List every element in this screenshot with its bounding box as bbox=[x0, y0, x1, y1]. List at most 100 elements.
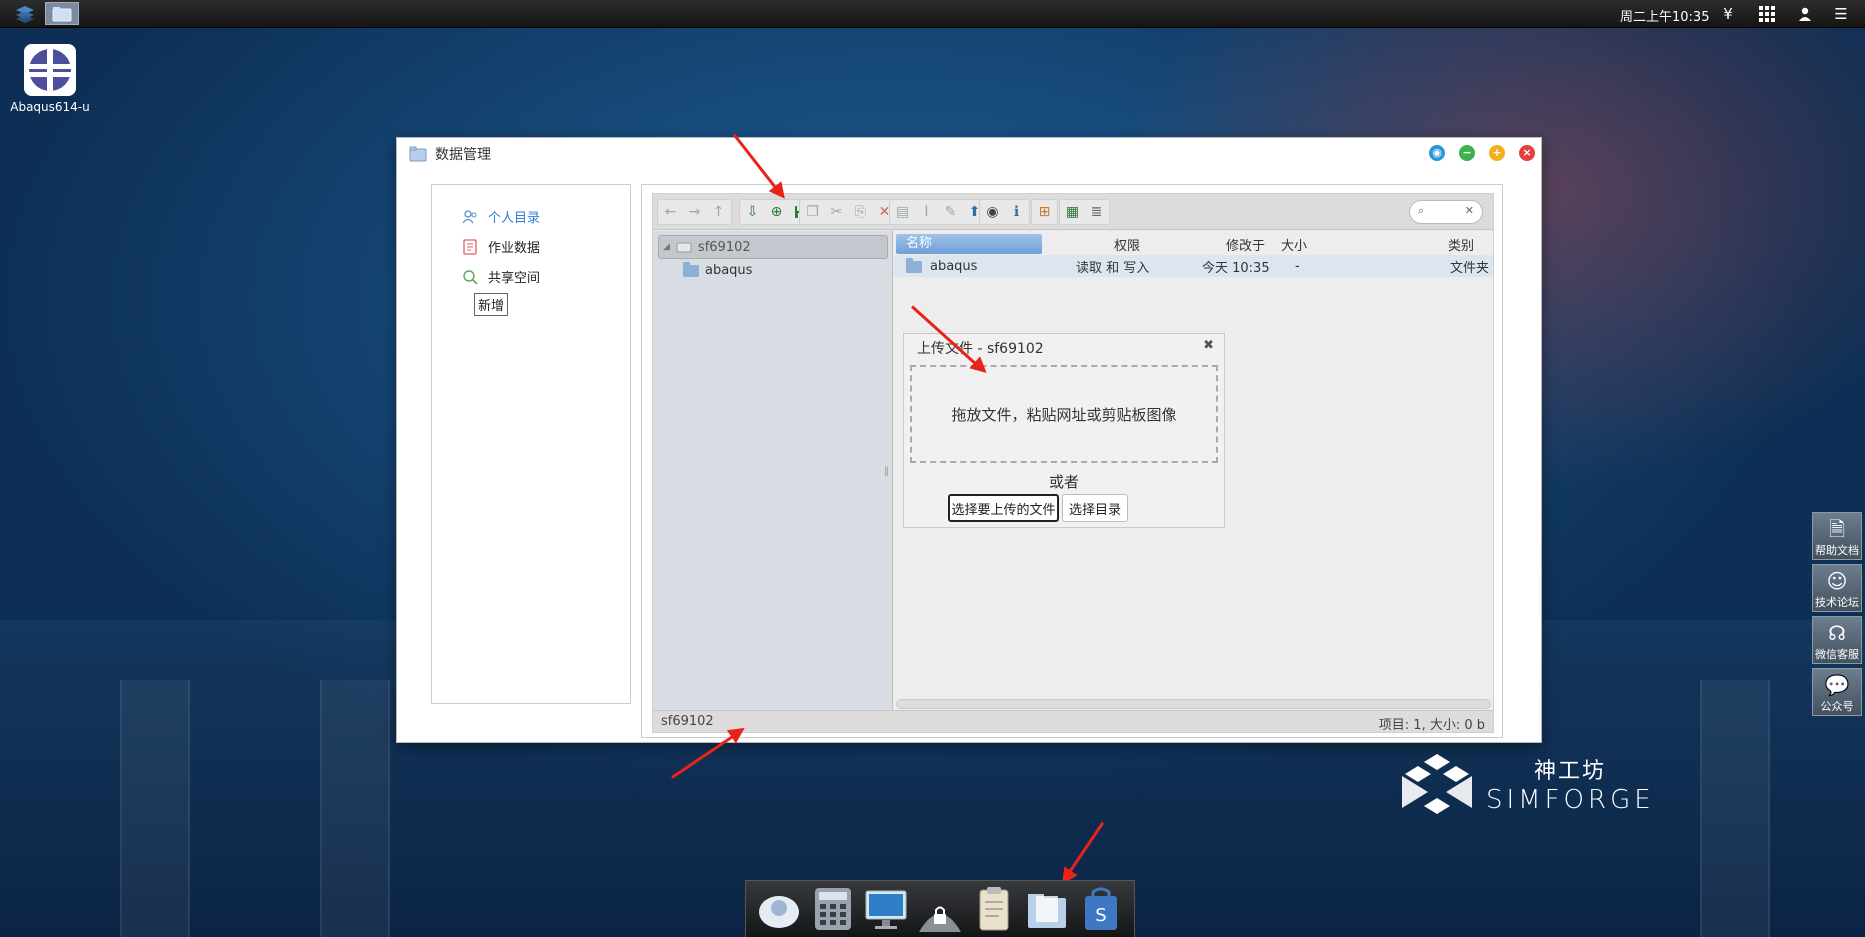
search-icon: ⌕ bbox=[1418, 204, 1425, 217]
file-permissions: 读取 和 写入 bbox=[1076, 260, 1150, 276]
dock-store[interactable]: S bbox=[1078, 886, 1124, 932]
folder-icon bbox=[409, 146, 427, 162]
file-name: abaqus bbox=[930, 258, 978, 274]
data-manager-window: 数据管理 ◉ − + × 个人目录 作业数据 共享空间 新增 ← → ↑ ⇩ ⊕… bbox=[396, 137, 1542, 743]
nav-item-shared-space[interactable]: 共享空间 bbox=[462, 267, 540, 286]
background-decoration bbox=[1700, 680, 1770, 937]
status-bar: sf69102 项目: 1, 大小: 0 b bbox=[653, 710, 1493, 733]
nav-item-label: 共享空间 bbox=[488, 271, 541, 286]
list-view-icon[interactable]: ≣ bbox=[1086, 202, 1107, 223]
column-header-permissions[interactable]: 权限 bbox=[1114, 235, 1140, 254]
share-search-icon bbox=[462, 269, 478, 285]
new-file-icon[interactable]: ⊕ bbox=[766, 202, 787, 223]
desktop-icon-abaqus[interactable]: Abaqus614-u bbox=[8, 44, 92, 114]
dock-clipboard[interactable] bbox=[971, 886, 1017, 932]
calculator-icon bbox=[814, 888, 851, 930]
edit-icon[interactable]: ✎ bbox=[940, 202, 961, 223]
horizontal-scrollbar[interactable] bbox=[896, 699, 1491, 709]
folder-icon bbox=[1028, 894, 1067, 928]
layers-menu-button[interactable] bbox=[8, 2, 42, 25]
nav-item-job-data[interactable]: 作业数据 bbox=[462, 237, 540, 256]
yen-icon[interactable]: ¥ bbox=[1717, 4, 1739, 24]
taskbar-data-manager-button[interactable] bbox=[45, 2, 79, 25]
dock: S bbox=[745, 880, 1135, 937]
lock-icon bbox=[918, 906, 961, 932]
simforge-logo: 神工坊 SIMFORGE bbox=[1398, 752, 1655, 816]
tree-root-item[interactable]: ◢ sf69102 bbox=[658, 235, 888, 259]
up-icon[interactable]: ↑ bbox=[708, 202, 729, 223]
window-maximize-button[interactable]: + bbox=[1489, 145, 1505, 161]
nav-panel: 个人目录 作业数据 共享空间 新增 bbox=[431, 184, 631, 704]
dock-app-launcher[interactable] bbox=[756, 886, 802, 932]
side-forum-button[interactable]: ☺ 技术论坛 bbox=[1812, 564, 1862, 612]
restore-icon: ◉ bbox=[1432, 146, 1442, 159]
dock-lock[interactable] bbox=[917, 886, 963, 932]
table-row[interactable]: abaqus 读取 和 写入 今天 10:35 - 文件夹 bbox=[894, 255, 1493, 277]
simforge-logo-mark bbox=[1402, 754, 1472, 814]
side-help-docs-button[interactable]: 🗎 帮助文档 bbox=[1812, 512, 1862, 560]
side-wechat-service-button[interactable]: ☊ 微信客服 bbox=[1812, 616, 1862, 664]
abaqus-icon bbox=[24, 44, 76, 96]
copy-icon[interactable]: ❐ bbox=[802, 202, 823, 223]
window-restore-button[interactable]: ◉ bbox=[1429, 145, 1445, 161]
side-button-label: 技术论坛 bbox=[1815, 596, 1859, 609]
forward-icon[interactable]: → bbox=[684, 202, 705, 223]
collapse-arrow-icon[interactable]: ◢ bbox=[663, 242, 670, 252]
choose-files-button[interactable]: 选择要上传的文件 bbox=[948, 494, 1059, 522]
archive-icon[interactable]: ⊞ bbox=[1034, 202, 1055, 223]
window-minimize-button[interactable]: − bbox=[1459, 145, 1475, 161]
column-header-size[interactable]: 大小 bbox=[1281, 235, 1307, 254]
apps-grid-icon[interactable] bbox=[1756, 4, 1778, 24]
toolbar-group-extra: ⊞ bbox=[1031, 199, 1058, 225]
menu-icon[interactable]: ☰ bbox=[1830, 4, 1852, 24]
upload-dialog: 上传文件 - sf69102 ✖ 拖放文件，粘贴网址或剪贴板图像 或者 选择要上… bbox=[903, 333, 1225, 528]
job-file-icon bbox=[462, 238, 478, 255]
top-bar: 周二上午10:35 ¥ ☰ bbox=[0, 0, 1865, 28]
svg-text:S: S bbox=[1095, 905, 1106, 926]
wechat-icon: 💬 bbox=[1824, 673, 1850, 697]
nav-item-label: 个人目录 bbox=[488, 211, 541, 226]
paste-icon[interactable]: ⎘ bbox=[850, 202, 871, 223]
clipboard-icon bbox=[979, 887, 1009, 931]
status-path: sf69102 bbox=[661, 714, 714, 729]
back-icon[interactable]: ← bbox=[660, 202, 681, 223]
clear-search-icon[interactable]: ✕ bbox=[1465, 204, 1474, 217]
side-official-account-button[interactable]: 💬 公众号 bbox=[1812, 668, 1862, 716]
file-manager: ← → ↑ ⇩ ⊕ ❐ ✂ ⎘ ✕ ▤ I ✎ ⬆ ◉ ℹ ⊞ ▦ ≣ ⌕ ✕ … bbox=[641, 184, 1503, 738]
download-icon[interactable]: ⇩ bbox=[742, 202, 763, 223]
window-titlebar[interactable]: 数据管理 bbox=[409, 144, 491, 164]
user-group-icon bbox=[462, 209, 478, 225]
side-button-label: 帮助文档 bbox=[1815, 544, 1859, 557]
search-box[interactable]: ⌕ ✕ bbox=[1409, 200, 1483, 224]
status-summary: 项目: 1, 大小: 0 b bbox=[1378, 718, 1485, 733]
drop-zone[interactable]: 拖放文件，粘贴网址或剪贴板图像 bbox=[910, 365, 1218, 463]
dock-data-manager[interactable] bbox=[1024, 886, 1070, 932]
info-icon[interactable]: ℹ bbox=[1006, 202, 1027, 223]
tree-item-abaqus[interactable]: abaqus bbox=[683, 261, 752, 278]
folder-icon bbox=[683, 261, 699, 277]
user-icon[interactable] bbox=[1794, 4, 1816, 24]
tree-root-label: sf69102 bbox=[697, 239, 751, 255]
nav-item-personal-directory[interactable]: 个人目录 bbox=[462, 207, 540, 226]
directory-tree: ◢ sf69102 abaqus ‖ bbox=[653, 231, 893, 711]
upload-close-icon[interactable]: ✖ bbox=[1203, 338, 1214, 353]
add-button[interactable]: 新增 bbox=[474, 293, 509, 316]
grid-view-icon[interactable]: ▦ bbox=[1062, 202, 1083, 223]
choose-directory-button[interactable]: 选择目录 bbox=[1062, 494, 1128, 522]
forum-icon: ☺ bbox=[1826, 569, 1848, 593]
preview-eye-icon[interactable]: ◉ bbox=[982, 202, 1003, 223]
cut-icon[interactable]: ✂ bbox=[826, 202, 847, 223]
column-header-modified[interactable]: 修改于 bbox=[1226, 235, 1265, 254]
rename-icon[interactable]: I bbox=[916, 202, 937, 223]
minimize-icon: − bbox=[1462, 146, 1472, 159]
column-header-kind[interactable]: 类别 bbox=[1448, 235, 1474, 254]
background-decoration bbox=[320, 680, 390, 937]
launcher-icon bbox=[758, 896, 799, 928]
window-close-button[interactable]: × bbox=[1519, 145, 1535, 161]
dock-calculator[interactable] bbox=[810, 886, 856, 932]
splitter-handle-icon[interactable]: ‖ bbox=[884, 466, 889, 477]
column-header-name[interactable]: 名称 bbox=[896, 234, 1042, 254]
duplicate-icon[interactable]: ▤ bbox=[892, 202, 913, 223]
dock-monitor[interactable] bbox=[863, 886, 909, 932]
desktop-icon-label: Abaqus614-u bbox=[10, 100, 90, 114]
